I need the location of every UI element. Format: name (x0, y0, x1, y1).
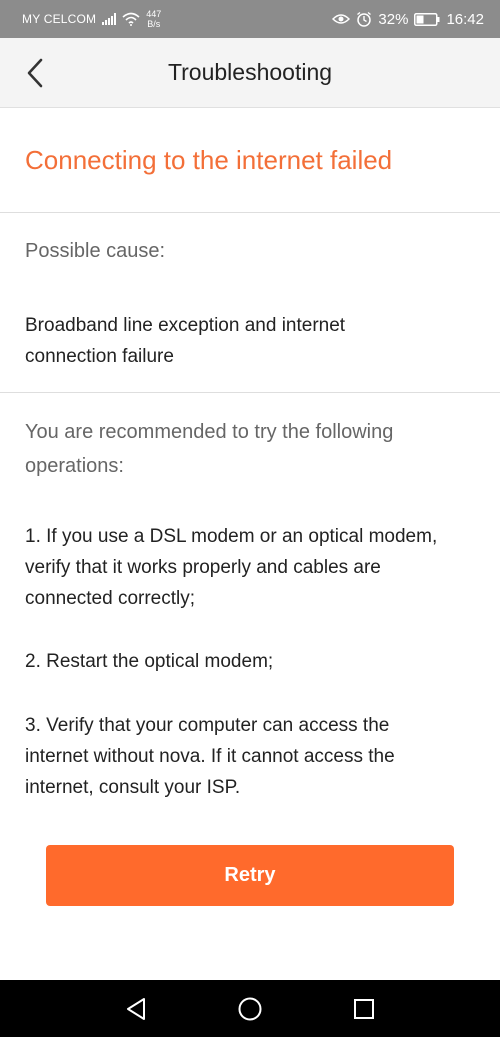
step-line: internet without nova. If it cannot acce… (25, 746, 395, 767)
home-circle-icon (238, 997, 262, 1020)
operation-step-3: 3. Verify that your computer can access … (25, 710, 495, 803)
operation-step-1: 1. If you use a DSL modem or an optical … (25, 521, 495, 614)
page-title: Troubleshooting (167, 59, 333, 85)
error-section: Connecting to the internet failed (0, 108, 500, 213)
step-line: 2. Restart the optical modem; (25, 651, 274, 672)
operations-label: You are recommended to try the following… (25, 415, 393, 483)
operation-step-2: 2. Restart the optical modem; (25, 646, 273, 677)
cause-section: Possible cause: Broadband line exception… (0, 213, 500, 393)
cause-line: connection failure (25, 346, 174, 367)
cause-text: Broadband line exception and internet co… (25, 310, 345, 372)
net-speed-value: 447 (146, 9, 162, 19)
net-speed: 447 B/s (146, 9, 161, 29)
cause-label: Possible cause: (25, 240, 166, 262)
cause-line: Broadband line exception and internet (25, 315, 346, 336)
wifi-icon (122, 12, 140, 26)
battery-percent: 32% (378, 10, 409, 28)
retry-button[interactable]: Retry (46, 845, 454, 906)
net-speed-unit: B/s (147, 19, 161, 29)
eye-icon (332, 14, 351, 24)
back-button[interactable] (18, 56, 52, 90)
step-line: connected correctly; (25, 588, 196, 609)
back-triangle-icon (127, 997, 145, 1020)
step-line: internet, consult your ISP. (25, 777, 241, 798)
step-line: 3. Verify that your computer can access … (25, 715, 390, 736)
app-header: Troubleshooting (0, 38, 500, 108)
step-line: verify that it works properly and cables… (25, 557, 381, 578)
status-left: MY CELCOM 447 B/s (22, 9, 161, 29)
operations-label-line: operations: (25, 455, 124, 477)
nav-recents-button[interactable] (347, 992, 381, 1026)
nav-home-button[interactable] (233, 992, 267, 1026)
system-nav-bar (0, 980, 500, 1037)
carrier-name: MY CELCOM (22, 12, 97, 26)
alarm-icon (357, 11, 372, 27)
status-bar: MY CELCOM 447 B/s 32% 16:42 (0, 0, 500, 38)
recents-square-icon (354, 998, 374, 1019)
clock: 16:42 (446, 10, 484, 28)
nav-back-button[interactable] (119, 992, 153, 1026)
battery-icon (414, 12, 440, 26)
error-title: Connecting to the internet failed (25, 144, 393, 175)
step-line: 1. If you use a DSL modem or an optical … (25, 526, 438, 547)
chevron-left-icon (27, 58, 43, 88)
operations-label-line: You are recommended to try the following (25, 421, 394, 443)
status-right: 32% 16:42 (332, 11, 484, 28)
signal-icon (102, 13, 117, 25)
